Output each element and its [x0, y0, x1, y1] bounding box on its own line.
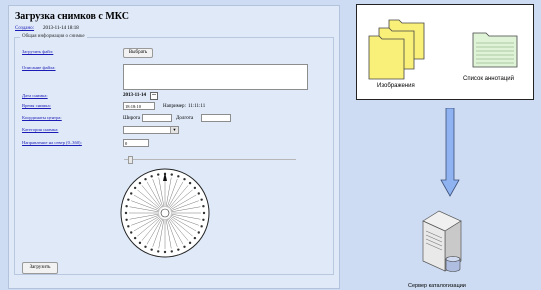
compass-marker: [127, 198, 130, 201]
compass-marker: [170, 250, 173, 253]
page-title: Загрузка снимков с МКС: [15, 11, 130, 22]
compass-marker: [202, 218, 205, 221]
compass-marker: [133, 186, 137, 190]
compass-marker: [197, 231, 200, 234]
direction-label: Направление на север (0..360):: [22, 140, 82, 145]
calendar-icon[interactable]: [150, 92, 158, 100]
compass-marker: [130, 231, 133, 234]
longitude-label: Долгота: [176, 116, 194, 121]
compass-marker: [197, 192, 200, 195]
created-label: Создано:: [15, 26, 35, 31]
down-arrow-icon: [440, 108, 460, 197]
date-label: Дата снимка:: [22, 93, 48, 98]
workflow-diagram: Изображения Список аннотаций: [356, 4, 534, 100]
compass-marker: [170, 173, 173, 176]
compass-marker: [133, 236, 137, 240]
time-label: Время снимка:: [22, 103, 51, 108]
compass-marker: [193, 236, 197, 240]
direction-slider-thumb[interactable]: [128, 156, 133, 164]
compass-marker: [200, 198, 203, 201]
annotations-label: Список аннотаций: [463, 76, 514, 82]
compass-marker: [193, 186, 197, 190]
compass-marker: [202, 211, 206, 215]
fieldset-legend: Общая информация о снимке: [20, 34, 87, 39]
images-label: Изображения: [377, 83, 415, 89]
chevron-down-icon[interactable]: ▼: [170, 127, 178, 133]
latitude-input[interactable]: [142, 114, 172, 122]
compass-marker: [188, 181, 192, 185]
description-label: Описание файла:: [22, 65, 56, 70]
compass-marker: [150, 175, 153, 178]
compass-marker: [150, 248, 153, 251]
compass-marker: [125, 205, 128, 208]
date-value: 2013-11-14: [123, 93, 147, 98]
compass-marker: [138, 241, 142, 245]
created-row: Создано: 2013-11-14 18:18: [15, 26, 79, 31]
compass-marker: [188, 241, 192, 245]
folders-icon: [368, 19, 425, 80]
direction-input[interactable]: 0: [123, 139, 149, 147]
submit-button[interactable]: Загрузить: [22, 262, 58, 274]
server-icon: [422, 210, 462, 272]
compass-marker: [163, 250, 167, 254]
latitude-label: Широта: [123, 116, 141, 121]
compass-dial[interactable]: [120, 168, 210, 258]
direction-slider-track[interactable]: [124, 159, 296, 160]
compass-marker: [183, 178, 186, 181]
category-select[interactable]: ▼: [123, 126, 179, 134]
compass-marker: [157, 250, 160, 253]
time-input[interactable]: 18:18:10: [123, 102, 155, 110]
compass-marker: [124, 211, 128, 215]
compass-marker: [202, 205, 205, 208]
coords-label: Координаты центра:: [22, 115, 62, 120]
time-example-label: Например:: [163, 104, 186, 109]
created-value: 2013-11-14 18:18: [43, 26, 79, 31]
upload-form-screenshot: Загрузка снимков с МКС Создано: 2013-11-…: [8, 5, 340, 289]
compass-marker: [127, 225, 130, 228]
compass-marker: [130, 192, 133, 195]
browse-button[interactable]: Выбрать: [123, 48, 153, 58]
description-textarea[interactable]: [123, 64, 308, 90]
file-label: Загрузить файл:: [22, 49, 54, 54]
compass-marker: [157, 173, 160, 176]
compass-marker: [200, 225, 203, 228]
compass-marker: [125, 218, 128, 221]
compass-marker: [177, 248, 180, 251]
category-label: Категория снимка:: [22, 127, 59, 132]
compass-marker: [138, 181, 142, 185]
longitude-input[interactable]: [201, 114, 231, 122]
compass-marker: [177, 175, 180, 178]
server-label: Сервер каталогизации: [408, 283, 466, 289]
compass-marker: [144, 245, 147, 248]
annotations-folder-icon: [472, 32, 518, 68]
time-example-value: 11:11:11: [188, 104, 206, 109]
compass-marker: [183, 245, 186, 248]
compass-marker: [144, 178, 147, 181]
